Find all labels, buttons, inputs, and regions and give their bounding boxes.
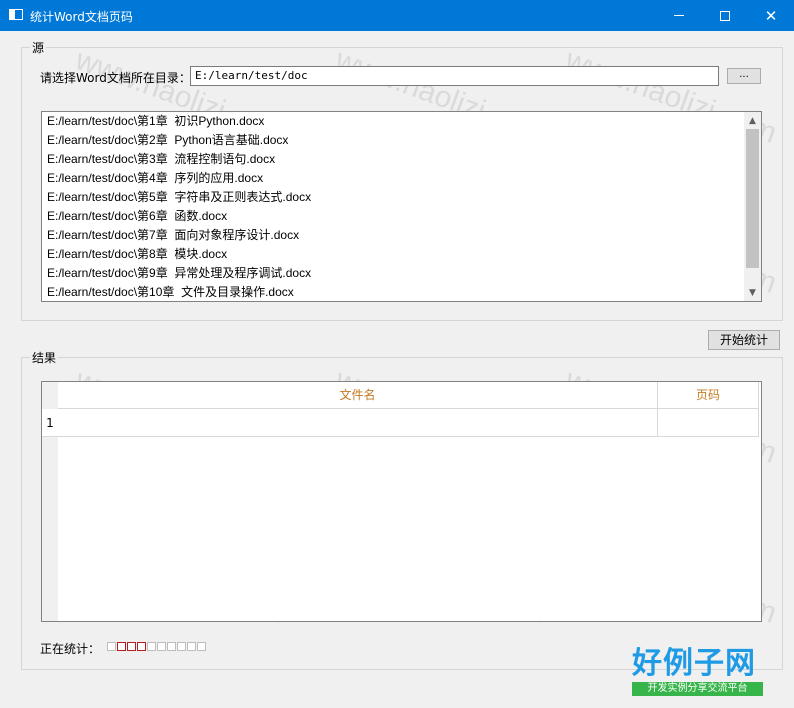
maximize-button[interactable]	[702, 0, 748, 31]
file-list-item[interactable]: E:/learn/test/doc\第8章 模块.docx	[42, 245, 761, 264]
file-list-item[interactable]: E:/learn/test/doc\第1章 初识Python.docx	[42, 112, 761, 131]
progress-segment	[127, 642, 136, 651]
progress-segment	[187, 642, 196, 651]
scrollbar-thumb[interactable]	[746, 129, 759, 268]
file-list-item[interactable]: E:/learn/test/doc\第10章 文件及目录操作.docx	[42, 283, 761, 301]
minimize-button[interactable]	[656, 0, 702, 31]
close-button[interactable]: ✕	[748, 0, 794, 31]
progress-indicator	[107, 642, 207, 651]
start-count-button[interactable]: 开始统计	[708, 330, 780, 350]
progress-segment	[167, 642, 176, 651]
title-bar[interactable]: 统计Word文档页码 ✕	[0, 0, 794, 31]
minimize-icon	[674, 15, 684, 16]
file-list-scrollbar[interactable]: ▲ ▼	[744, 112, 761, 301]
column-header-filename[interactable]: 文件名	[58, 382, 658, 409]
result-table[interactable]: 文件名 页码 1	[41, 381, 762, 622]
close-icon: ✕	[764, 6, 778, 25]
site-logo-text: 好例子网	[632, 646, 756, 681]
file-list-item[interactable]: E:/learn/test/doc\第2章 Python语言基础.docx	[42, 131, 761, 150]
maximize-icon	[720, 10, 730, 21]
app-window-icon	[9, 9, 23, 20]
progress-segment	[137, 642, 146, 651]
column-header-pages[interactable]: 页码	[658, 382, 759, 409]
window-title: 统计Word文档页码	[30, 10, 133, 24]
counting-status-label: 正在统计：	[40, 642, 101, 656]
progress-segment	[157, 642, 166, 651]
file-list-item[interactable]: E:/learn/test/doc\第3章 流程控制语句.docx	[42, 150, 761, 169]
file-list-item[interactable]: E:/learn/test/doc\第7章 面向对象程序设计.docx	[42, 226, 761, 245]
scroll-up-arrow-icon[interactable]: ▲	[744, 112, 761, 129]
file-list-item[interactable]: E:/learn/test/doc\第4章 序列的应用.docx	[42, 169, 761, 188]
file-list-item[interactable]: E:/learn/test/doc\第5章 字符串及正则表达式.docx	[42, 188, 761, 207]
table-cell-pages[interactable]	[658, 409, 759, 437]
directory-label: 请选择Word文档所在目录：	[40, 71, 191, 85]
progress-segment	[147, 642, 156, 651]
file-list-item[interactable]: E:/learn/test/doc\第6章 函数.docx	[42, 207, 761, 226]
source-group-title: 源	[30, 39, 47, 56]
file-list[interactable]: E:/learn/test/doc\第1章 初识Python.docx E:/l…	[41, 111, 762, 302]
progress-segment	[107, 642, 116, 651]
scroll-down-arrow-icon[interactable]: ▼	[744, 284, 761, 301]
directory-input[interactable]: E:/learn/test/doc	[190, 66, 719, 86]
row-number[interactable]: 1	[42, 409, 58, 437]
browse-button[interactable]: ...	[727, 68, 761, 84]
progress-segment	[177, 642, 186, 651]
result-group-title: 结果	[30, 349, 59, 366]
file-list-item[interactable]: E:/learn/test/doc\第9章 异常处理及程序调试.docx	[42, 264, 761, 283]
progress-segment	[117, 642, 126, 651]
site-logo-slogan: 开发实例分享交流平台	[632, 682, 763, 696]
progress-segment	[197, 642, 206, 651]
table-cell-filename[interactable]	[58, 409, 658, 437]
